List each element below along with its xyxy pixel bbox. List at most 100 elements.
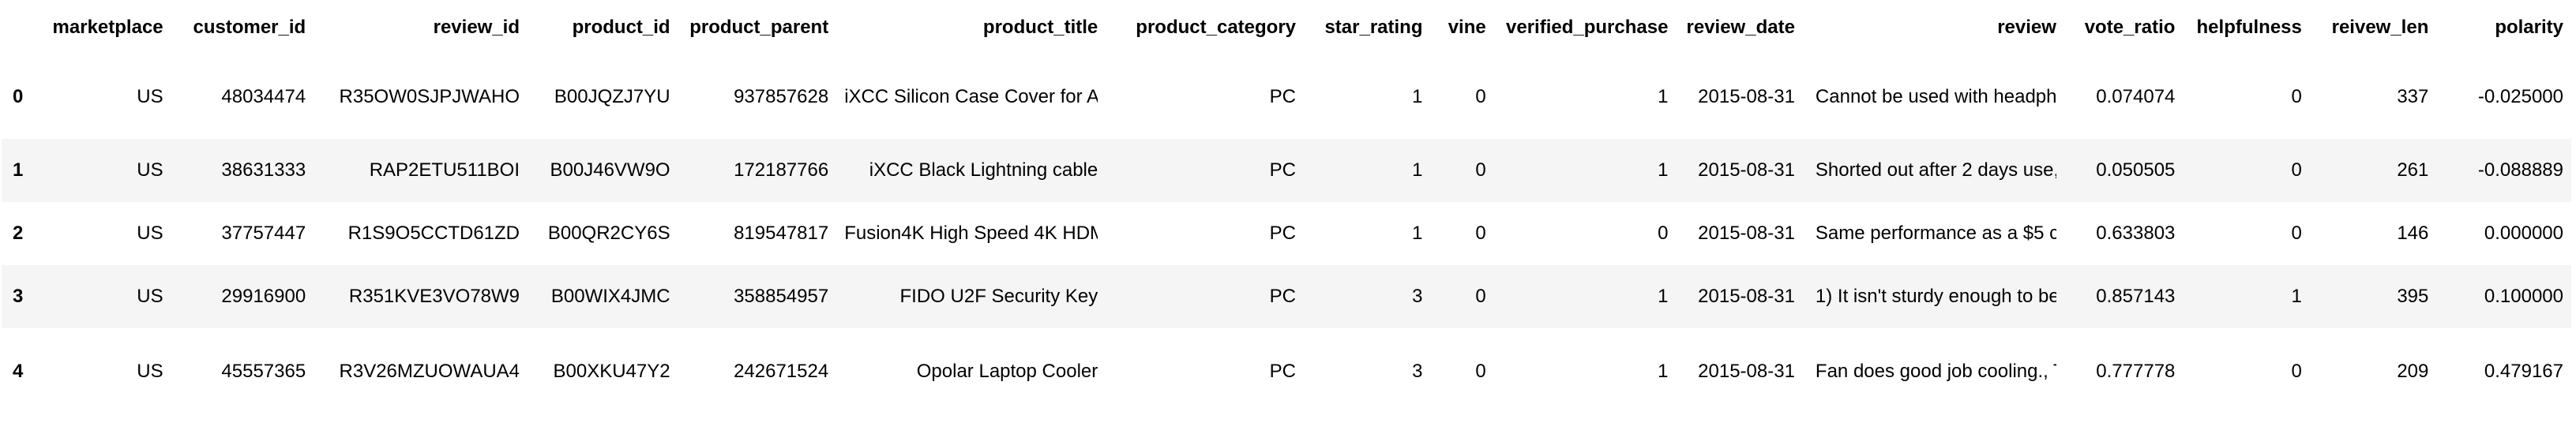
table-row: 2 US 37757447 R1S9O5CCTD61ZD B00QR2CY6S 81954…	[2, 202, 2571, 265]
column-header-customer-id: customer_id	[193, 17, 306, 38]
cell-product-id: B00QR2CY6S	[547, 223, 670, 244]
column-header-product-category: product_category	[1136, 17, 1297, 38]
cell-product-parent: 819547817	[734, 223, 829, 244]
column-header-vine: vine	[1448, 17, 1486, 38]
cell-review-date: 2015-08-31	[1698, 286, 1795, 307]
cell-review-date: 2015-08-31	[1698, 86, 1795, 107]
cell-product-parent: 172187766	[734, 159, 829, 181]
cell-vote-ratio: 0.633803	[2096, 223, 2176, 244]
table-row: 0 US 48034474 R35OW0SJPJWAHO B00JQZJ7YU 93785…	[2, 55, 2571, 139]
cell-review: Fan does good job cooling., The fan itse…	[1803, 328, 2064, 415]
row-index: 1	[13, 159, 24, 181]
cell-review-id: R1S9O5CCTD61ZD	[347, 223, 520, 244]
cell-product-id: B00J46VW9O	[550, 159, 670, 181]
cell-text: Same performance as a $5 cable, I've nev…	[1815, 223, 2056, 244]
table-row: 4 US 45557365 R3V26MZUOWAUA4 B00XKU47Y2 24267…	[2, 328, 2571, 415]
cell-review-id: R35OW0SJPJWAHO	[339, 86, 520, 107]
table-row: 1 US 38631333 RAP2ETU511BOI B00J46VW9O 172187…	[2, 139, 2571, 202]
cell-product-parent: 242671524	[734, 361, 829, 382]
cell-vote-ratio: 0.050505	[2096, 159, 2176, 181]
cell-review-id: R351KVE3VO78W9	[348, 286, 520, 307]
cell-text: Opolar Laptop Cooler	[916, 361, 1098, 382]
cell-marketplace: US	[137, 286, 163, 307]
cell-product-category: PC	[1269, 286, 1297, 307]
cell-review-id: R3V26MZUOWAUA4	[339, 361, 520, 382]
row-index: 0	[13, 86, 24, 107]
cell-review: Same performance as a $5 cable, I've nev…	[1803, 202, 2064, 265]
column-header-marketplace: marketplace	[52, 17, 163, 38]
cell-vote-ratio: 0.777778	[2096, 361, 2176, 382]
column-header-reivew-len: reivew_len	[2331, 17, 2429, 38]
column-header-vote-ratio: vote_ratio	[2084, 17, 2176, 38]
cell-customer-id: 38631333	[221, 159, 306, 181]
cell-review-id: RAP2ETU511BOI	[369, 159, 520, 181]
cell-verified-purchase: 1	[1658, 159, 1669, 181]
cell-vine: 0	[1475, 159, 1486, 181]
cell-customer-id: 45557365	[221, 361, 306, 382]
cell-product-title: iXCC Black Lightning cable	[836, 139, 1106, 202]
cell-text: Shorted out after 2 days use, Worked for…	[1815, 159, 2056, 181]
cell-product-category: PC	[1269, 159, 1297, 181]
cell-helpfulness: 0	[2291, 223, 2302, 244]
cell-product-id: B00WIX4JMC	[550, 286, 670, 307]
column-header-star-rating: star_rating	[1324, 17, 1423, 38]
cell-review-date: 2015-08-31	[1698, 361, 1795, 382]
cell-vote-ratio: 0.074074	[2096, 86, 2176, 107]
cell-star-rating: 1	[1412, 86, 1423, 107]
cell-product-parent: 358854957	[734, 286, 829, 307]
cell-vine: 0	[1475, 223, 1486, 244]
cell-helpfulness: 0	[2291, 361, 2302, 382]
cell-product-category: PC	[1269, 86, 1297, 107]
cell-text: Fusion4K High Speed 4K HDMI Cable - Prof…	[844, 223, 1098, 244]
cell-marketplace: US	[137, 223, 163, 244]
cell-text: FIDO U2F Security Key	[899, 286, 1098, 307]
cell-text: iXCC Silicon Case Cover for Apple iPad M…	[844, 86, 1098, 107]
cell-star-rating: 3	[1412, 361, 1423, 382]
cell-star-rating: 3	[1412, 286, 1423, 307]
column-header-review: review	[1997, 17, 2056, 38]
cell-customer-id: 29916900	[221, 286, 306, 307]
cell-product-parent: 937857628	[734, 86, 829, 107]
cell-text: Fan does good job cooling., The fan itse…	[1815, 361, 2056, 382]
cell-review: 1) It isn't sturdy enough to be used on …	[1803, 265, 2064, 328]
column-header-product-title: product_title	[982, 17, 1098, 38]
column-header-helpfulness: helpfulness	[2196, 17, 2302, 38]
table-row: 3 US 29916900 R351KVE3VO78W9 B00WIX4JMC 35885…	[2, 265, 2571, 328]
cell-customer-id: 37757447	[221, 223, 306, 244]
cell-polarity: 0.100000	[2484, 286, 2563, 307]
cell-reivew-len: 209	[2397, 361, 2429, 382]
cell-product-title: FIDO U2F Security Key	[836, 265, 1106, 328]
cell-review: Shorted out after 2 days use, Worked for…	[1803, 139, 2064, 202]
cell-polarity: 0.000000	[2484, 223, 2563, 244]
cell-verified-purchase: 1	[1658, 286, 1669, 307]
index-header	[2, 0, 36, 55]
row-index: 2	[13, 223, 24, 244]
cell-polarity: 0.479167	[2484, 361, 2563, 382]
cell-review: Cannot be used with headphones, If you p…	[1803, 55, 2064, 139]
cell-polarity: -0.025000	[2477, 86, 2563, 107]
cell-text: Cannot be used with headphones, If you p…	[1815, 86, 2056, 107]
cell-marketplace: US	[137, 86, 163, 107]
cell-product-id: B00XKU47Y2	[553, 361, 670, 382]
cell-star-rating: 1	[1412, 159, 1423, 181]
cell-helpfulness: 1	[2291, 286, 2302, 307]
cell-star-rating: 1	[1412, 223, 1423, 244]
cell-vine: 0	[1475, 86, 1486, 107]
cell-vine: 0	[1475, 286, 1486, 307]
header-row: marketplace customer_id review_id product_i…	[2, 0, 2571, 55]
column-header-polarity: polarity	[2495, 17, 2563, 38]
cell-marketplace: US	[137, 159, 163, 181]
cell-verified-purchase: 0	[1658, 223, 1669, 244]
cell-product-id: B00JQZJ7YU	[554, 86, 670, 107]
column-header-verified-purchase: verified_purchase	[1506, 17, 1669, 38]
cell-marketplace: US	[137, 361, 163, 382]
cell-product-title: iXCC Silicon Case Cover for Apple iPad M…	[836, 55, 1106, 139]
cell-product-category: PC	[1269, 361, 1297, 382]
cell-vote-ratio: 0.857143	[2096, 286, 2176, 307]
cell-product-category: PC	[1269, 223, 1297, 244]
row-index: 4	[13, 361, 24, 382]
cell-reivew-len: 395	[2397, 286, 2429, 307]
column-header-product-parent: product_parent	[689, 17, 829, 38]
cell-review-date: 2015-08-31	[1698, 223, 1795, 244]
cell-reivew-len: 261	[2397, 159, 2429, 181]
